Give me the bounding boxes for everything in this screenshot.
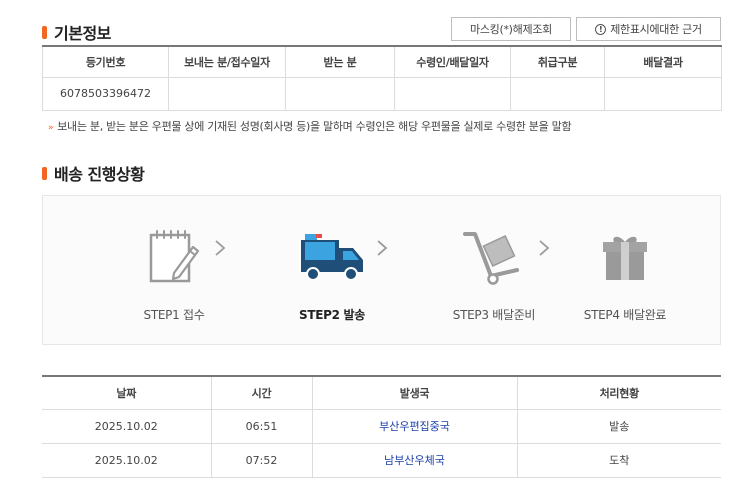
basic-info-title-text: 기본정보: [54, 24, 111, 43]
step-label: STEP1 접수: [143, 308, 205, 322]
col-header-recipient: 받는 분: [285, 45, 395, 78]
registration-no-cell: 6078503396472: [42, 76, 169, 111]
restriction-basis-label: 제한표시에대한 근거: [610, 23, 702, 36]
time-cell: 07:52: [210, 443, 312, 478]
hand-cart-icon: [463, 232, 519, 285]
office-cell: 남부산우체국: [311, 443, 517, 478]
gift-box-icon: [603, 236, 647, 280]
note-arrow-icon: »: [48, 123, 54, 133]
info-note-text: 보내는 분, 받는 분은 우편물 상에 기재된 성명(회사명 등)을 말하며 수…: [57, 120, 572, 133]
section-bullet: [42, 166, 47, 180]
info-note: » 보내는 분, 받는 분은 우편물 상에 기재된 성명(회사명 등)을 말하며 …: [48, 118, 572, 134]
table-header-row: 날짜 시간 발생국 처리현황: [42, 376, 721, 410]
col-header-delivery-result: 배달결과: [604, 45, 722, 78]
step-label: STEP4 배달완료: [583, 308, 667, 322]
info-circle-icon: !: [595, 23, 607, 35]
table-row: 2025.10.02 06:51 부산우편집중국 발송: [42, 409, 721, 444]
status-cell: 도착: [516, 443, 721, 478]
col-header-sender: 보내는 분/접수일자: [168, 45, 286, 78]
chevron-right-icon: [539, 240, 550, 256]
col-header-date: 날짜: [42, 376, 211, 410]
col-header-registration-no: 등기번호: [42, 45, 169, 78]
office-cell: 부산우편집중국: [311, 409, 517, 444]
chevron-right-icon: [377, 240, 388, 256]
office-link[interactable]: 남부산우체국: [384, 454, 445, 467]
col-header-status: 처리현황: [516, 376, 721, 410]
basic-info-table: 등기번호 보내는 분/접수일자 받는 분 수령인/배달일자 취급구분 배달결과 …: [42, 45, 722, 111]
delivery-result-cell: [604, 76, 722, 111]
step-label: STEP3 배달준비: [452, 308, 536, 322]
masking-unlock-button[interactable]: 마스킹(*)해제조회: [451, 17, 571, 41]
status-cell: 발송: [516, 409, 721, 444]
office-link[interactable]: 부산우편집중국: [379, 420, 450, 433]
table-row: 2025.10.02 07:52 남부산우체국 도착: [42, 443, 721, 478]
truck-icon: [301, 234, 363, 281]
table-row: 6078503396472: [42, 76, 722, 111]
basic-info-title: 기본정보: [42, 20, 111, 44]
delivery-steps-panel: STEP1 접수 STEP2 발송 STEP3 배달준비 STEP4 배달완료: [42, 195, 721, 345]
col-header-receiver-date: 수령인/배달일자: [394, 45, 511, 78]
step-label: STEP2 발송: [298, 308, 366, 322]
chevron-right-icon: [215, 240, 226, 256]
delivery-history-table: 날짜 시간 발생국 처리현황 2025.10.02 06:51 부산우편집중국 …: [42, 375, 721, 478]
col-header-office: 발생국: [311, 376, 517, 410]
date-cell: 2025.10.02: [42, 443, 211, 478]
time-cell: 06:51: [210, 409, 312, 444]
restriction-basis-button[interactable]: ! 제한표시에대한 근거: [576, 17, 721, 41]
handling-type-cell: [510, 76, 605, 111]
notepad-pencil-icon: [149, 230, 200, 283]
receiver-date-cell: [394, 76, 511, 111]
date-cell: 2025.10.02: [42, 409, 211, 444]
recipient-cell: [285, 76, 395, 111]
delivery-progress-title: 배송 진행상황: [42, 161, 145, 185]
sender-cell: [168, 76, 286, 111]
step-delivered: STEP4 배달완료: [560, 228, 690, 323]
delivery-progress-title-text: 배송 진행상황: [54, 165, 145, 184]
section-bullet: [42, 25, 47, 39]
col-header-time: 시간: [210, 376, 312, 410]
col-header-handling-type: 취급구분: [510, 45, 605, 78]
table-header-row: 등기번호 보내는 분/접수일자 받는 분 수령인/배달일자 취급구분 배달결과: [42, 45, 722, 78]
